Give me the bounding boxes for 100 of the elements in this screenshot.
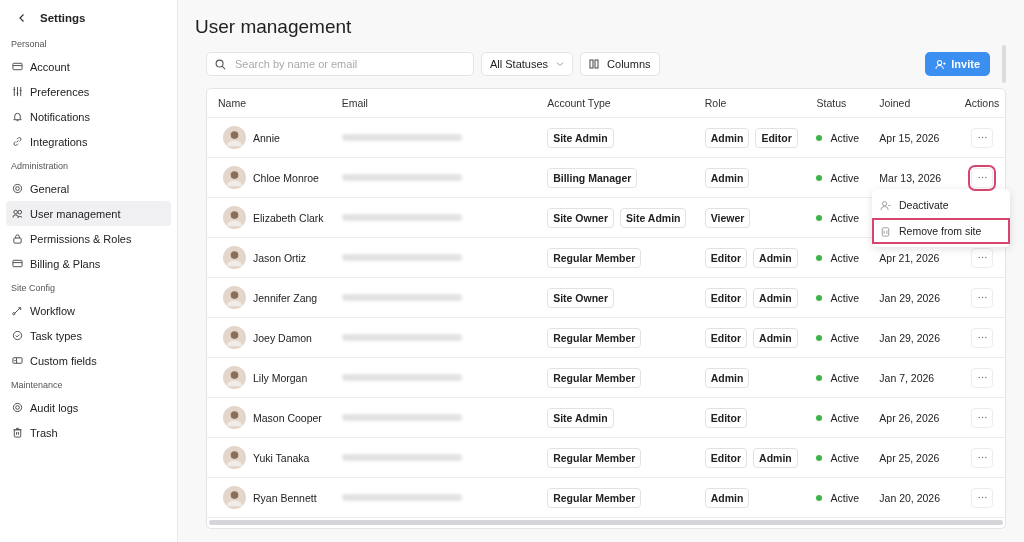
- account-type-tag: Regular Member: [547, 487, 642, 508]
- account-type-tag: Site Admin: [547, 127, 614, 148]
- status-text: Active: [830, 411, 860, 424]
- back-icon[interactable]: [17, 13, 27, 23]
- status-dot: [816, 374, 823, 381]
- section-heading: Site Config: [10, 282, 57, 295]
- status-text: Active: [830, 291, 860, 304]
- sidebar-item[interactable]: General: [6, 176, 171, 201]
- avatar: [223, 366, 246, 389]
- ellipsis-icon: [977, 296, 987, 299]
- status-dot: [816, 334, 823, 341]
- account-type-tag: Site Owner: [547, 287, 615, 308]
- column-header: Account Type: [547, 97, 612, 109]
- status-dot: [816, 494, 823, 501]
- add-user-icon: [935, 58, 947, 70]
- sidebar-item[interactable]: Trash: [6, 420, 171, 445]
- role-tag: Viewer: [704, 207, 751, 228]
- joined-date: Jan 20, 2026: [879, 491, 941, 504]
- user-name: Joey Damon: [253, 331, 312, 344]
- trash-icon: [12, 427, 23, 438]
- ellipsis-icon: [977, 176, 987, 179]
- joined-date: Apr 21, 2026: [879, 251, 940, 264]
- sidebar-item[interactable]: Notifications: [6, 104, 171, 129]
- avatar: [223, 286, 246, 309]
- status-text: Active: [830, 371, 860, 384]
- more-button[interactable]: [971, 367, 994, 388]
- page-title: User management: [195, 16, 353, 38]
- ellipsis-icon: [977, 336, 987, 339]
- sidebar-item[interactable]: Task types: [6, 323, 171, 348]
- sidebar-item[interactable]: Preferences: [6, 79, 171, 104]
- more-button[interactable]: [971, 127, 994, 148]
- account-type-tag: Site Admin: [620, 207, 687, 228]
- more-button[interactable]: [971, 487, 994, 508]
- user-name: Elizabeth Clark: [253, 211, 324, 224]
- role-tag: Admin: [753, 287, 798, 308]
- avatar: [223, 246, 246, 269]
- sidebar-item[interactable]: Account: [6, 54, 171, 79]
- column-header: Email: [341, 97, 369, 109]
- status-text: Active: [830, 171, 860, 184]
- search-icon: [215, 58, 226, 70]
- menu-item[interactable]: Deactivate: [872, 192, 1010, 218]
- status-dropdown[interactable]: All Statuses: [481, 52, 574, 76]
- role-tag: Admin: [704, 127, 750, 148]
- columns-icon: [589, 59, 600, 69]
- link-icon: [12, 136, 23, 147]
- ellipsis-icon: [977, 496, 987, 499]
- field-icon: [12, 355, 23, 366]
- more-button[interactable]: [971, 167, 994, 188]
- sidebar-item[interactable]: Custom fields: [6, 348, 171, 373]
- trash-icon: [880, 225, 891, 237]
- joined-date: Jan 7, 2026: [879, 371, 935, 384]
- gear-icon: [12, 183, 23, 194]
- role-tag: Editor: [704, 327, 748, 348]
- section-heading: Maintenance: [10, 379, 64, 392]
- section-heading: Personal: [10, 38, 48, 51]
- role-tag: Admin: [704, 367, 750, 388]
- joined-date: Apr 15, 2026: [879, 131, 940, 144]
- role-tag: Admin: [704, 167, 750, 188]
- sidebar-item[interactable]: Integrations: [6, 129, 171, 154]
- avatar: [223, 406, 246, 429]
- sidebar-item[interactable]: Audit logs: [6, 395, 171, 420]
- more-button[interactable]: [971, 447, 994, 468]
- account-type-tag: Billing Manager: [547, 167, 638, 188]
- role-tag: Editor: [704, 287, 748, 308]
- more-button[interactable]: [971, 247, 994, 268]
- sidebar-item[interactable]: User management: [6, 201, 171, 226]
- search-field[interactable]: Search by name or email: [206, 52, 474, 76]
- user-name: Chloe Monroe: [253, 171, 319, 184]
- more-button[interactable]: [971, 287, 994, 308]
- gear-icon: [12, 402, 23, 413]
- chevron-down-icon: [556, 61, 565, 67]
- sidebar-item[interactable]: Workflow: [6, 298, 171, 323]
- joined-date: Apr 25, 2026: [879, 451, 940, 464]
- status-dot: [816, 214, 823, 221]
- role-tag: Admin: [753, 247, 798, 268]
- more-button[interactable]: [971, 327, 994, 348]
- horizontal-scrollbar[interactable]: [209, 520, 1003, 525]
- column-header: Name: [217, 97, 247, 109]
- sidebar-item[interactable]: Billing & Plans: [6, 251, 171, 276]
- user-name: Jason Ortiz: [253, 251, 307, 264]
- column-header: Role: [704, 97, 728, 109]
- user-name: Yuki Tanaka: [253, 451, 310, 464]
- joined-date: Mar 13, 2026: [879, 171, 942, 184]
- avatar: [223, 326, 246, 349]
- account-type-tag: Regular Member: [547, 327, 642, 348]
- status-dot: [816, 174, 823, 181]
- user-name: Jennifer Zang: [253, 291, 318, 304]
- status-text: Active: [830, 211, 860, 224]
- ellipsis-icon: [977, 136, 987, 139]
- more-button[interactable]: [971, 407, 994, 428]
- avatar: [223, 486, 246, 509]
- ellipsis-icon: [977, 256, 987, 259]
- columns-button[interactable]: Columns: [580, 52, 660, 76]
- user-name: Ryan Bennett: [253, 491, 317, 504]
- menu-item[interactable]: Remove from site: [872, 218, 1010, 244]
- joined-date: Apr 26, 2026: [879, 411, 940, 424]
- section-heading: Administration: [10, 160, 70, 173]
- sidebar-item[interactable]: Permissions & Roles: [6, 226, 171, 251]
- ellipsis-icon: [977, 456, 987, 459]
- column-header: Actions: [963, 97, 1001, 109]
